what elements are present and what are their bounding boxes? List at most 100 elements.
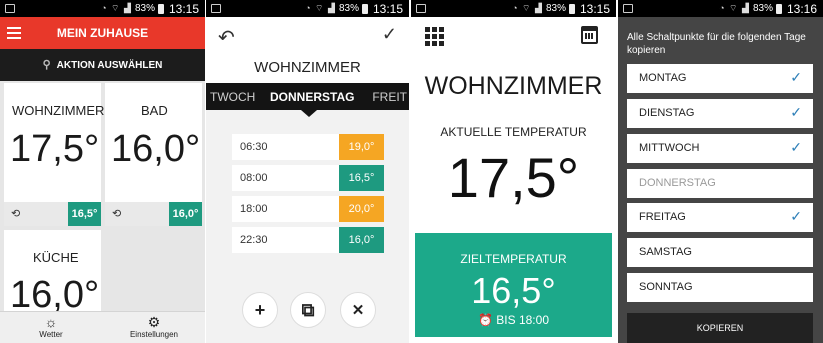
schedule-loop-icon: ⟲ xyxy=(11,208,21,220)
room-temperature: 16,0° xyxy=(111,128,201,170)
day-selector[interactable]: TWOCH DONNERSTAG FREIT xyxy=(206,83,409,110)
app-header: MEIN ZUHAUSE xyxy=(0,17,205,49)
schedule-screen: ◔ ⌔ ▟ 83% 13:15 ↶ ✓ WOHNZIMMER TWOCH DON… xyxy=(206,0,409,343)
target-temp-panel[interactable]: ZIELTEMPERATUR 16,5° ⏰ BIS 18:00 xyxy=(415,233,612,337)
check-icon: ✓ xyxy=(790,208,802,224)
menu-icon[interactable] xyxy=(7,27,21,39)
room-card-kueche[interactable]: KÜCHE 16,0° xyxy=(4,230,101,316)
gear-icon: ⚙ xyxy=(147,314,161,330)
room-card-bad[interactable]: BAD 16,0° ⟲ 16,0° xyxy=(105,83,202,226)
battery-percent: 83% xyxy=(752,3,773,14)
switch-temp: 16,0° xyxy=(339,227,384,253)
day-row-freitag[interactable]: FREITAG ✓ xyxy=(627,203,813,232)
copy-button[interactable]: KOPIEREN xyxy=(627,313,813,343)
room-detail-screen: ◔ ⌔ ▟ 83% 13:15 WOHNZIMMER AKTUELLE TEMP… xyxy=(411,0,616,343)
nav-settings-label: Einstellungen xyxy=(129,330,179,339)
day-name: SONNTAG xyxy=(639,281,693,293)
room-footer: ⟲ 16,5° xyxy=(4,202,101,226)
check-icon: ✓ xyxy=(790,104,802,120)
switch-time: 18:00 xyxy=(240,203,268,215)
schedule-loop-icon: ⟲ xyxy=(112,208,122,220)
check-icon: ✓ xyxy=(790,69,802,85)
add-button[interactable]: + xyxy=(242,292,278,328)
schedule-row[interactable]: 06:30 19,0° xyxy=(232,134,384,160)
nav-weather-label: Wetter xyxy=(39,330,63,339)
switch-temp: 20,0° xyxy=(339,196,384,222)
target-temp-value: 16,5° xyxy=(471,270,556,311)
switch-temp: 16,5° xyxy=(339,165,384,191)
battery-icon xyxy=(157,3,164,14)
until-time: ⏰ BIS 18:00 xyxy=(415,313,612,327)
target-temp-badge: 16,0° xyxy=(169,202,202,226)
day-row-mittwoch[interactable]: MITTWOCH ✓ xyxy=(627,134,813,163)
switch-time: 22:30 xyxy=(240,234,268,246)
switch-time: 06:30 xyxy=(240,141,268,153)
gallery-notification-icon xyxy=(416,4,426,13)
room-card-wohnzimmer[interactable]: WOHNZIMMER 17,5° ⟲ 16,5° xyxy=(4,83,105,226)
page-title: MEIN ZUHAUSE xyxy=(56,26,149,40)
grid-icon[interactable] xyxy=(425,27,444,46)
prev-day-tab[interactable]: TWOCH xyxy=(210,90,255,104)
battery-icon xyxy=(775,3,782,14)
dialog-title: Alle Schaltpunkte für die folgenden Tage… xyxy=(627,32,806,56)
schedule-row[interactable]: 18:00 20,0° xyxy=(232,196,384,222)
calendar-icon[interactable] xyxy=(581,26,598,44)
delete-button[interactable]: ✕ xyxy=(340,292,376,328)
status-bar: ◔ ⌔ ▟ 83% 13:15 xyxy=(411,0,616,17)
home-screen: ◔ ⌔ ▟ 83% 13:15 MEIN ZUHAUSE ⚲ AKTION AUS… xyxy=(0,0,205,343)
signal-icons: ◔ ⌔ ▟ xyxy=(101,3,132,13)
bottom-nav: ☼ Wetter ⚙ Einstellungen xyxy=(0,311,205,343)
copy-days-screen: ◔ ⌔ ▟ 83% 13:16 Alle Schaltpunkte für di… xyxy=(618,0,823,343)
target-temp-badge: 16,5° xyxy=(68,202,101,226)
day-row-sonntag[interactable]: SONNTAG xyxy=(627,273,813,302)
day-row-donnerstag: DONNERSTAG xyxy=(627,169,813,198)
room-title: WOHNZIMMER xyxy=(424,72,603,100)
current-temp-label: AKTUELLE TEMPERATUR xyxy=(440,125,587,139)
clock: 13:15 xyxy=(579,1,610,16)
clock: 13:16 xyxy=(786,1,817,16)
room-name: KÜCHE xyxy=(33,250,79,265)
day-row-montag[interactable]: MONTAG ✓ xyxy=(627,64,813,93)
day-name: DONNERSTAG xyxy=(639,177,716,189)
copy-button[interactable]: ⧉ xyxy=(290,292,326,328)
gallery-notification-icon xyxy=(623,4,633,13)
status-bar: ◔ ⌔ ▟ 83% 13:15 xyxy=(206,0,409,17)
gallery-notification-icon xyxy=(211,4,221,13)
day-name: SAMSTAG xyxy=(639,246,692,258)
pin-icon: ⚲ xyxy=(42,59,51,71)
day-row-samstag[interactable]: SAMSTAG xyxy=(627,238,813,267)
switch-time: 08:00 xyxy=(240,172,268,184)
battery-icon xyxy=(568,3,575,14)
battery-percent: 83% xyxy=(338,3,359,14)
confirm-check-icon[interactable]: ✓ xyxy=(382,24,397,45)
day-row-dienstag[interactable]: DIENSTAG ✓ xyxy=(627,99,813,128)
schedule-row[interactable]: 22:30 16,0° xyxy=(232,227,384,253)
battery-percent: 83% xyxy=(134,3,155,14)
alarm-clock-icon: ⏰ xyxy=(478,313,497,327)
signal-icons: ◔ ⌔ ▟ xyxy=(512,3,543,13)
room-footer: ⟲ 16,0° xyxy=(105,202,202,226)
signal-icons: ◔ ⌔ ▟ xyxy=(305,3,336,13)
signal-icons: ◔ ⌔ ▟ xyxy=(719,3,750,13)
day-name: MONTAG xyxy=(639,72,687,84)
current-temp-value: 17,5° xyxy=(447,146,580,209)
select-action-button[interactable]: ⚲ AKTION AUSWÄHLEN xyxy=(0,49,205,81)
nav-settings[interactable]: ⚙ Einstellungen xyxy=(104,314,204,340)
next-day-tab[interactable]: FREIT xyxy=(372,90,407,104)
day-indicator-caret xyxy=(301,110,317,117)
schedule-row[interactable]: 08:00 16,5° xyxy=(232,165,384,191)
room-name: WOHNZIMMER xyxy=(12,103,105,118)
battery-icon xyxy=(361,3,368,14)
battery-percent: 83% xyxy=(545,3,566,14)
gallery-notification-icon xyxy=(5,4,15,13)
switch-temp: 19,0° xyxy=(339,134,384,160)
check-icon: ✓ xyxy=(790,139,802,155)
select-action-label: AKTION AUSWÄHLEN xyxy=(56,60,163,71)
back-icon[interactable]: ↶ xyxy=(218,25,235,50)
status-bar: ◔ ⌔ ▟ 83% 13:15 xyxy=(0,0,205,17)
day-name: DIENSTAG xyxy=(639,107,695,119)
nav-weather[interactable]: ☼ Wetter xyxy=(1,315,101,340)
room-detail-panel: WOHNZIMMER AKTUELLE TEMPERATUR 17,5° ZIE… xyxy=(415,17,612,343)
current-day-tab[interactable]: DONNERSTAG xyxy=(270,90,354,104)
room-name: BAD xyxy=(141,103,168,118)
